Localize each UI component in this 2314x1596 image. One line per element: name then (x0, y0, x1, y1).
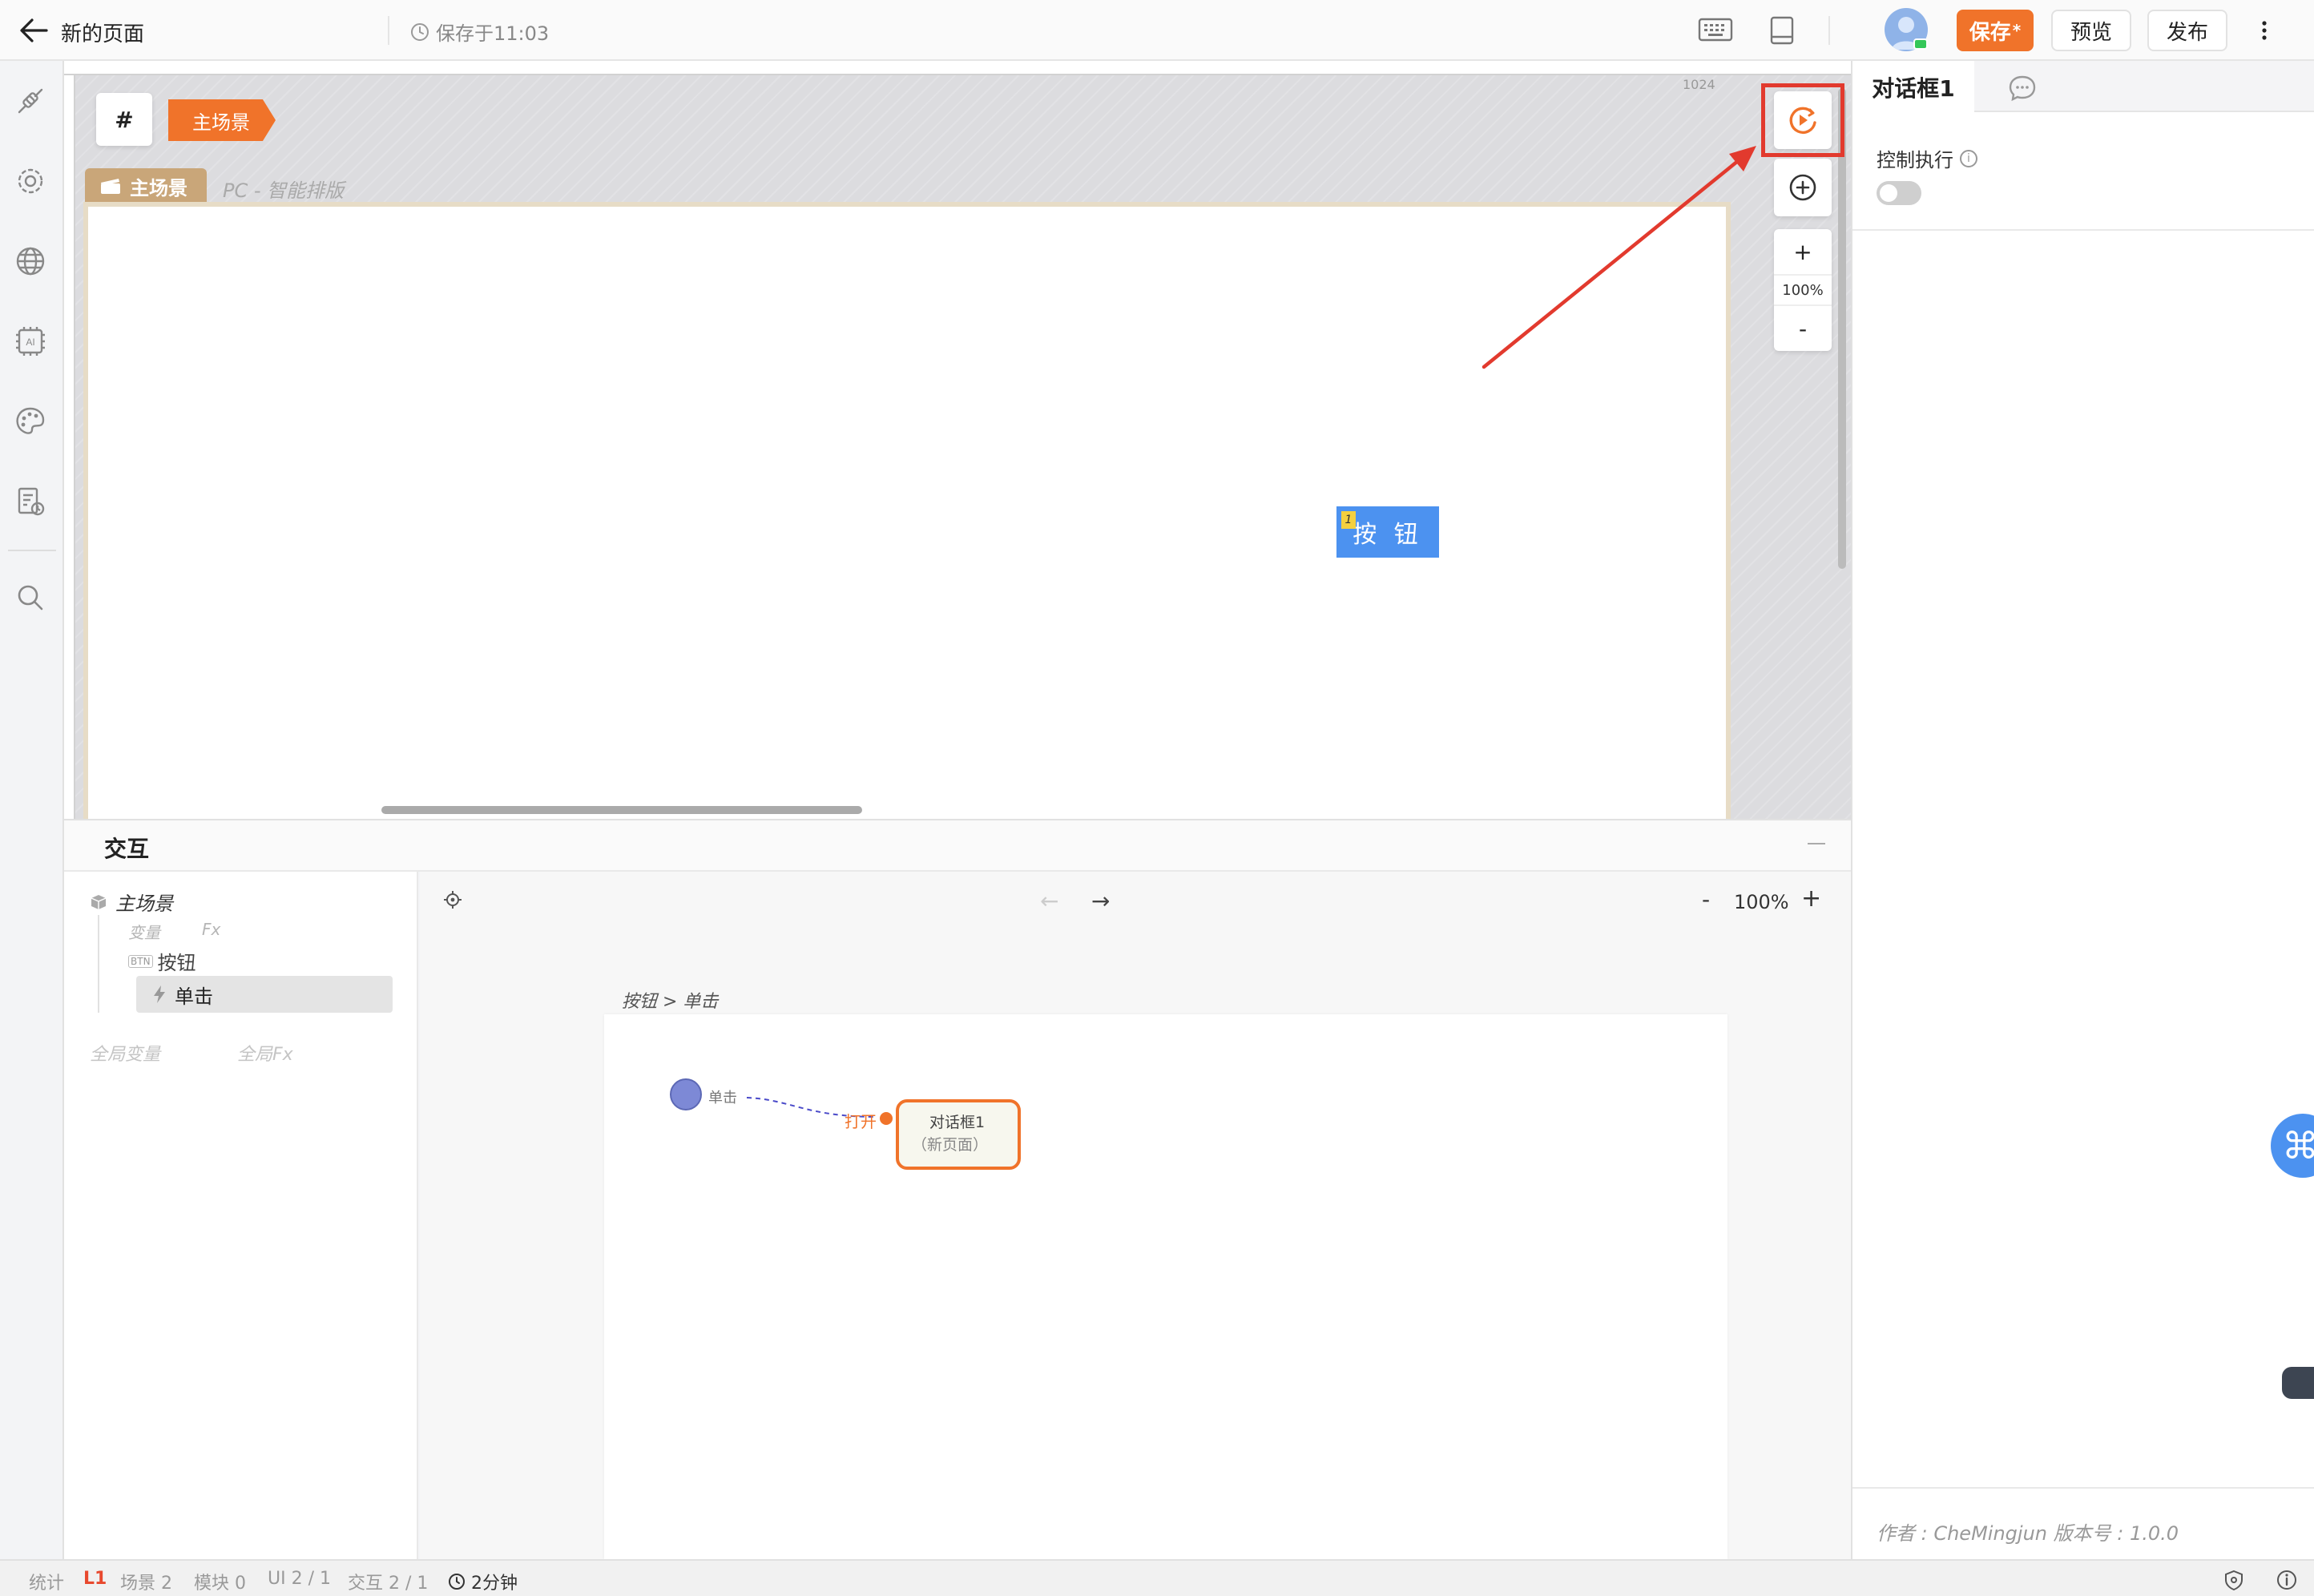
tree-item-button[interactable]: BTN 按钮 (128, 947, 196, 975)
horizontal-ruler (64, 61, 1851, 75)
svg-text:AI: AI (26, 337, 34, 348)
elapsed-time-text: 2分钟 (471, 1574, 518, 1594)
docs-icon[interactable] (1766, 14, 1798, 46)
locate-icon[interactable] (442, 889, 463, 910)
add-button[interactable] (1774, 159, 1832, 216)
tree-guide-line (98, 915, 99, 1013)
divider (1852, 229, 2314, 231)
scene-label[interactable]: 主场景 (85, 168, 207, 204)
tree-fx[interactable]: Fx (202, 920, 220, 939)
zoom-level: 100% (1774, 274, 1832, 306)
more-vertical-icon[interactable] (2258, 16, 2271, 45)
tab-dialog[interactable]: 对话框1 (1852, 61, 1974, 114)
interaction-panel-header (64, 819, 1851, 872)
data-schedule-icon[interactable] (11, 482, 50, 521)
stats-label: 统计 (29, 1574, 65, 1594)
clapperboard-icon (101, 179, 120, 194)
properties-panel (1851, 61, 2314, 1559)
control-exec-label: 控制执行 i (1877, 144, 1977, 172)
dialog-node-title: 对话框1 (929, 1114, 986, 1131)
input-port[interactable] (880, 1112, 893, 1125)
info-circle-icon[interactable] (2276, 1569, 2298, 1591)
save-status-text: 保存于11:03 (436, 22, 550, 45)
toggle-knob (1880, 184, 1897, 202)
global-fx[interactable]: 全局Fx (237, 1040, 293, 1066)
unsaved-mark: * (2012, 21, 2022, 40)
info-icon[interactable]: i (1960, 149, 1977, 167)
event-start-node[interactable] (670, 1078, 702, 1110)
publish-button[interactable]: 发布 (2147, 10, 2227, 51)
logic-zoom-out[interactable]: - (1702, 886, 1710, 913)
interaction-count: 交互 2 / 1 (348, 1574, 429, 1594)
ai-chip-icon[interactable]: AI (11, 322, 50, 361)
gear-icon[interactable] (11, 162, 50, 200)
divider (388, 16, 389, 45)
annotation-arrow (1482, 146, 1756, 369)
scene-layout-mode: PC - 智能排版 (223, 179, 345, 202)
cube-icon (91, 894, 107, 909)
tree-item-button-label: 按钮 (157, 952, 196, 974)
plugin-icon[interactable] (11, 82, 50, 120)
logic-breadcrumb: 按钮 > 单击 (622, 992, 719, 1012)
divider (1828, 16, 1830, 45)
zoom-in-button[interactable]: + (1774, 232, 1832, 271)
search-icon[interactable] (11, 578, 50, 617)
tree-root-label: 主场景 (115, 893, 173, 915)
keyboard-icon[interactable] (1697, 16, 1734, 45)
lightning-icon (154, 985, 165, 1003)
scene-tag[interactable]: 主场景 (168, 99, 276, 141)
zoom-out-button[interactable]: - (1774, 309, 1832, 348)
online-status-icon (1913, 38, 1928, 50)
save-status: 保存于11:03 (410, 18, 549, 46)
dialog-node-subtitle: （新页面） (912, 1136, 989, 1154)
horizontal-scrollbar[interactable] (381, 806, 862, 814)
tree-root-scene[interactable]: 主场景 (90, 888, 173, 916)
page-title: 新的页面 (61, 22, 145, 46)
elapsed-time: 2分钟 (447, 1569, 518, 1594)
save-button[interactable]: 保存 * (1957, 10, 2034, 51)
save-label: 保存 (1969, 20, 2011, 45)
clock-icon (411, 22, 429, 41)
tree-item-click-label: 单击 (175, 985, 213, 1008)
rail-divider (8, 550, 56, 551)
ui-count: UI 2 / 1 (268, 1569, 331, 1589)
author-version-info: 作者 : CheMingjun 版本号 : 1.0.0 (1877, 1522, 2179, 1545)
logic-zoom-in[interactable]: + (1801, 885, 1821, 913)
vertical-ruler (64, 75, 75, 819)
preview-button[interactable]: 预览 (2051, 10, 2131, 51)
palette-icon[interactable] (11, 402, 50, 441)
tree-variables[interactable]: 变量 (128, 920, 160, 943)
undo-arrow[interactable]: ← (1040, 888, 1058, 914)
logic-zoom-level: 100% (1734, 891, 1789, 913)
module-count: 模块 0 (194, 1574, 246, 1594)
global-variables[interactable]: 全局变量 (90, 1040, 160, 1066)
level-badge: L1 (83, 1569, 107, 1589)
collapse-icon[interactable] (1808, 843, 1825, 844)
shield-icon[interactable] (2223, 1569, 2245, 1591)
scene-count: 场景 2 (120, 1574, 172, 1594)
interaction-tree (64, 872, 418, 1559)
chat-bubble-icon[interactable] (2006, 72, 2038, 104)
tree-item-click-event[interactable]: 单击 (136, 976, 393, 1013)
globe-icon[interactable] (11, 242, 50, 280)
component-index-badge: 1 (1341, 511, 1356, 529)
control-exec-text: 控制执行 (1877, 149, 1953, 171)
back-arrow-icon[interactable] (18, 16, 50, 45)
plus-circle-icon (1789, 174, 1816, 201)
left-rail (0, 61, 64, 1559)
interaction-panel-title: 交互 (104, 836, 150, 862)
ruler-width-label: 1024 (1683, 77, 1715, 92)
clock-icon (449, 1574, 465, 1590)
assistant-bot-icon[interactable] (2282, 1367, 2314, 1399)
redo-arrow[interactable]: → (1091, 888, 1110, 914)
scene-label-text: 主场景 (130, 176, 187, 200)
vertical-scrollbar[interactable] (1838, 88, 1846, 569)
button-type-icon: BTN (128, 954, 153, 968)
open-input-label: 打开 (845, 1112, 877, 1131)
divider (1852, 1487, 2314, 1489)
hash-button[interactable]: # (96, 93, 152, 146)
